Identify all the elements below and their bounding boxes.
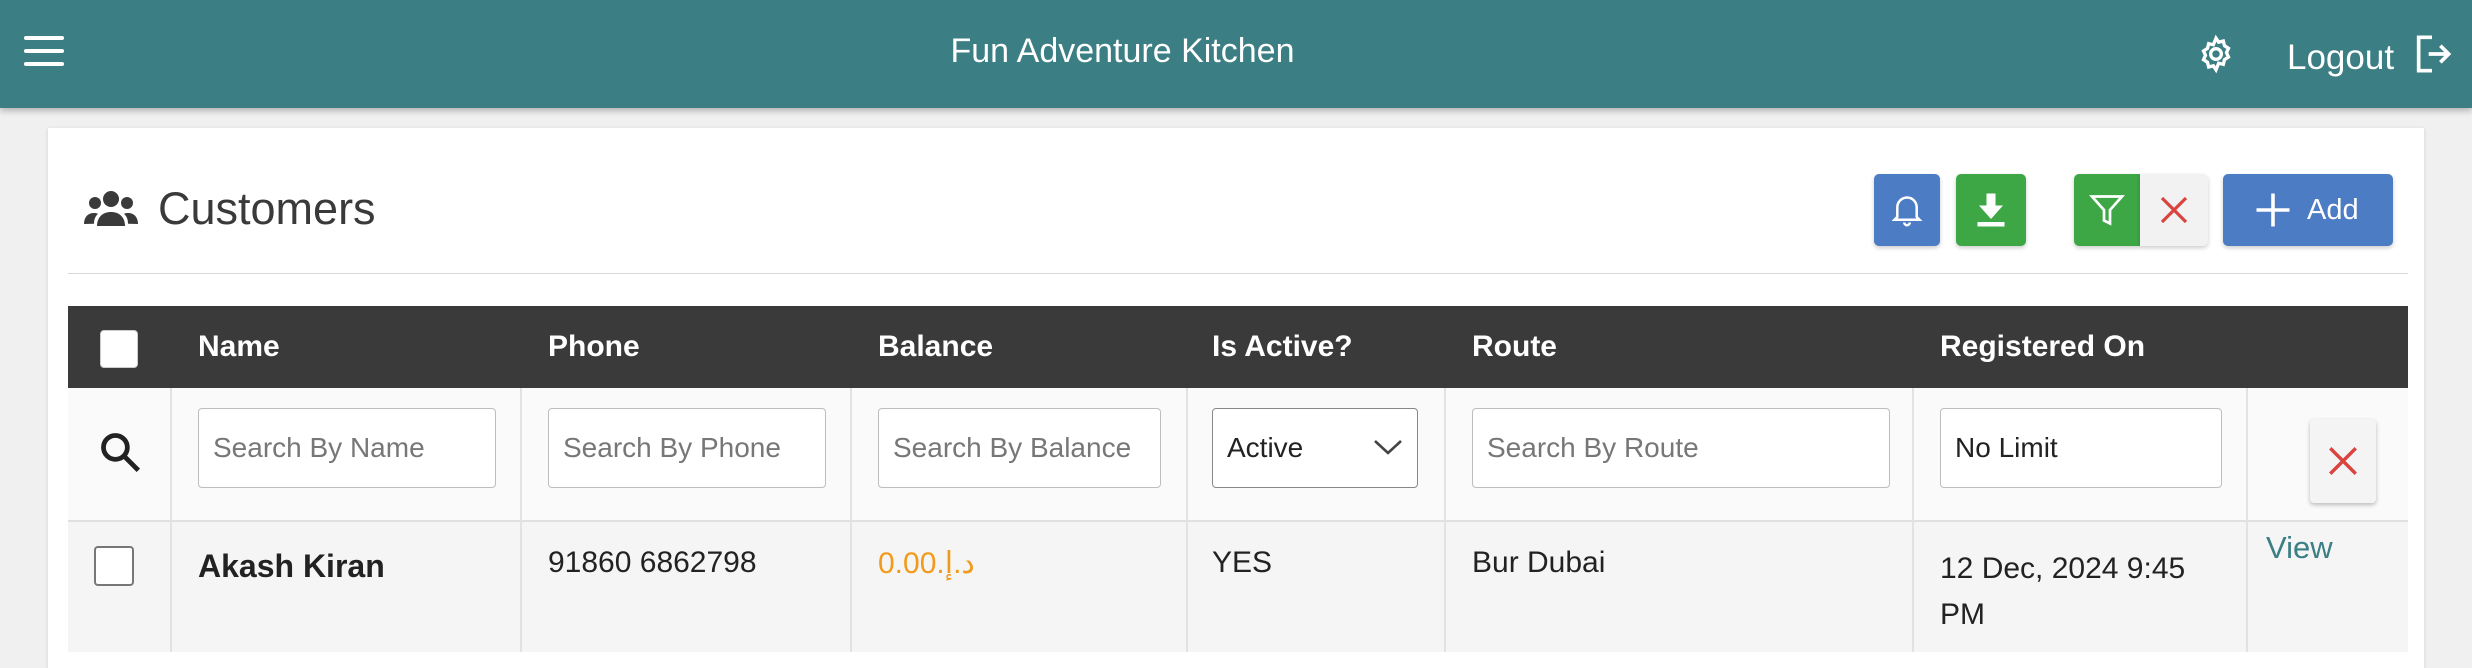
balance-search-input[interactable]: Search By Balance — [878, 408, 1161, 488]
select-all-checkbox[interactable] — [100, 330, 138, 368]
divider — [68, 273, 2408, 274]
add-button-label: Add — [2307, 194, 2359, 226]
notifications-button[interactable] — [1874, 174, 1940, 246]
cell-balance: 0.00.د.إ — [878, 547, 975, 580]
column-divider — [850, 388, 852, 652]
active-select-value: Active — [1227, 432, 1304, 463]
row-checkbox[interactable] — [94, 546, 134, 586]
column-divider — [1912, 388, 1914, 652]
column-divider — [1444, 388, 1446, 652]
column-divider — [2246, 388, 2248, 652]
logout-button[interactable]: Logout — [2287, 38, 2394, 78]
column-header-registered-on[interactable]: Registered On — [1940, 330, 2145, 364]
logout-icon[interactable] — [2412, 32, 2452, 76]
download-button[interactable] — [1956, 174, 2026, 246]
name-search-input[interactable]: Search By Name — [198, 408, 496, 488]
cell-registered-on: 12 Dec, 2024 9:45 PM — [1940, 552, 2186, 631]
search-icon — [101, 433, 141, 473]
gear-icon[interactable] — [2196, 34, 2236, 74]
people-icon — [84, 191, 138, 226]
cell-name: Akash Kiran — [198, 548, 385, 584]
column-divider — [170, 388, 172, 652]
column-header-name[interactable]: Name — [198, 330, 280, 364]
column-header-is-active[interactable]: Is Active? — [1212, 330, 1353, 364]
column-header-phone[interactable]: Phone — [548, 330, 640, 364]
close-icon — [2329, 447, 2357, 475]
route-search-input[interactable]: Search By Route — [1472, 408, 1890, 488]
filter-icon — [2089, 195, 2125, 226]
top-app-bar: Fun Adventure Kitchen Logout — [0, 0, 2472, 108]
download-icon — [1977, 193, 2005, 227]
column-header-route[interactable]: Route — [1472, 330, 1557, 364]
table-header: Name Phone Balance Is Active? Route Regi… — [68, 306, 2408, 388]
app-title: Fun Adventure Kitchen — [950, 32, 1295, 70]
clear-row-filter-button[interactable] — [2310, 419, 2376, 503]
view-link[interactable]: View — [2266, 530, 2333, 566]
cell-phone: 91860 6862798 — [548, 546, 757, 579]
phone-search-input[interactable]: Search By Phone — [548, 408, 826, 488]
add-customer-button[interactable]: Add — [2223, 174, 2393, 246]
cell-route: Bur Dubai — [1472, 546, 1606, 579]
cell-is-active: YES — [1212, 546, 1273, 579]
chevron-down-icon — [1374, 440, 1402, 455]
filter-button[interactable] — [2074, 174, 2140, 246]
column-divider — [520, 388, 522, 652]
plus-icon — [2256, 193, 2290, 227]
page-title: Customers — [158, 183, 376, 234]
bell-icon — [1891, 196, 1923, 227]
column-divider — [1186, 388, 1188, 652]
registered-date-filter[interactable]: No Limit — [1940, 408, 2222, 488]
active-select[interactable]: Active — [1212, 408, 1418, 488]
close-icon — [2160, 196, 2188, 224]
column-header-balance[interactable]: Balance — [878, 330, 993, 364]
clear-filters-button[interactable] — [2140, 174, 2208, 246]
